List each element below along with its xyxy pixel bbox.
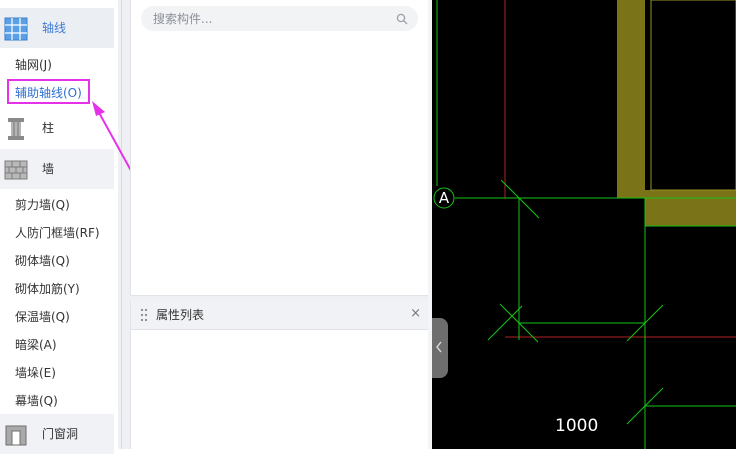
door-window-icon	[5, 425, 27, 446]
nav-item-masonry-wall[interactable]: 砌体墙(Q)	[15, 253, 70, 269]
nav-item-masonry-reinforcement[interactable]: 砌体加筋(Y)	[15, 281, 80, 297]
axis-label-a: A	[438, 189, 450, 207]
nav-item-curtain-wall[interactable]: 幕墙(Q)	[15, 393, 58, 409]
nav-item-civil-defense-door-wall[interactable]: 人防门框墙(RF)	[15, 225, 100, 241]
nav-item-insulation-wall[interactable]: 保温墙(Q)	[15, 309, 70, 325]
nav-item-hidden-beam[interactable]: 暗梁(A)	[15, 337, 57, 353]
collapse-panel-button[interactable]	[432, 318, 448, 378]
dimension-tick	[487, 305, 523, 341]
wall-inner-void	[650, 0, 736, 191]
nav-category-label: 门窗洞	[42, 427, 79, 441]
drag-handle-icon[interactable]	[140, 308, 148, 322]
nav-item-wall-pier[interactable]: 墙垛(E)	[15, 365, 56, 381]
property-panel: 属性列表 ×	[130, 301, 430, 449]
search-placeholder: 搜索构件...	[153, 12, 213, 26]
drawing-canvas[interactable]	[432, 0, 736, 449]
dimension-tick	[500, 179, 540, 219]
chevron-left-icon	[436, 341, 442, 353]
dimension-text: 1000	[555, 416, 599, 436]
wall-horizontal	[645, 190, 736, 226]
property-panel-header[interactable]: 属性列表 ×	[131, 301, 429, 330]
search-input[interactable]: 搜索构件...	[141, 6, 418, 31]
component-panel: 搜索构件...	[130, 0, 430, 296]
property-panel-title: 属性列表	[156, 308, 205, 322]
cad-drawing	[433, 0, 736, 449]
wall-vertical	[617, 0, 645, 198]
search-icon[interactable]	[396, 13, 408, 25]
nav-category-door-window[interactable]: 门窗洞	[0, 414, 114, 454]
close-icon[interactable]: ×	[410, 306, 421, 322]
